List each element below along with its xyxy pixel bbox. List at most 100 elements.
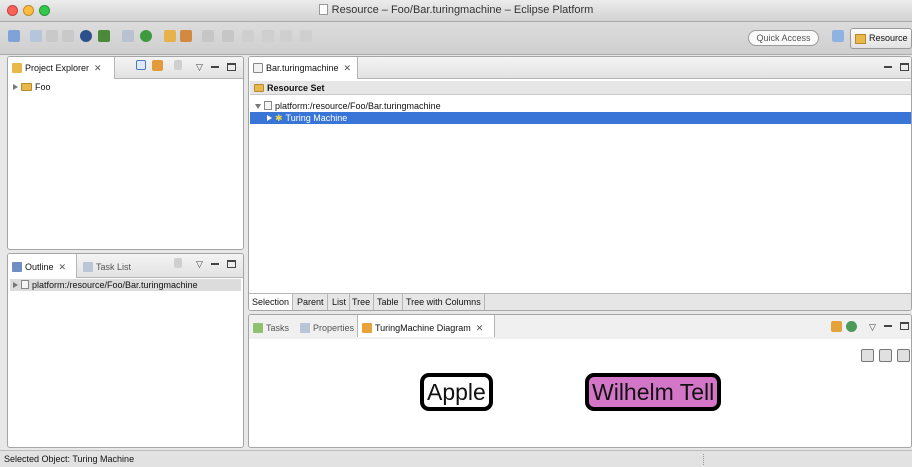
- collapse-all-icon[interactable]: [136, 60, 146, 70]
- outline-item-label: platform:/resource/Foo/Bar.turingmachine: [32, 280, 198, 290]
- minimize-icon[interactable]: [211, 66, 219, 68]
- editor-page-tabs: Selection Parent List Tree Table Tree wi…: [249, 293, 911, 310]
- resource-set-icon: [254, 84, 264, 92]
- quick-access-field[interactable]: Quick Access: [748, 30, 819, 46]
- open-perspective-icon[interactable]: [832, 30, 844, 42]
- tab-tree[interactable]: Tree: [349, 294, 375, 310]
- expand-icon[interactable]: [13, 282, 18, 288]
- lower-tabbar: Tasks Properties TuringMachine Diagram ✕ …: [249, 315, 911, 339]
- project-foo-label: Foo: [35, 82, 51, 92]
- perspective-label: Resource: [869, 33, 908, 43]
- next-annotation-icon[interactable]: [202, 30, 214, 42]
- tab-parent[interactable]: Parent: [294, 294, 328, 310]
- maximize-icon[interactable]: [900, 63, 909, 71]
- tab-project-explorer[interactable]: Project Explorer ✕: [8, 57, 115, 79]
- link-with-editor-icon[interactable]: [152, 60, 163, 71]
- debug-icon[interactable]: [98, 30, 110, 42]
- title-bar: Resource – Foo/Bar.turingmachine – Eclip…: [0, 0, 912, 22]
- task-list-icon: [83, 262, 93, 272]
- node-label: Wilhelm Tell: [592, 379, 715, 405]
- list-item[interactable]: Foo: [13, 82, 51, 92]
- print-icon[interactable]: [62, 30, 74, 42]
- expand-icon[interactable]: [267, 115, 272, 121]
- file-icon: [253, 63, 263, 73]
- diagram-icon: [362, 323, 372, 333]
- actual-size-icon[interactable]: [897, 349, 910, 362]
- view-menu-icon[interactable]: ▽: [869, 322, 876, 332]
- previous-annotation-icon[interactable]: [222, 30, 234, 42]
- open-type-icon[interactable]: [122, 30, 134, 42]
- forward-dropdown-icon[interactable]: [300, 30, 312, 42]
- layout-icon[interactable]: [879, 349, 892, 362]
- tree-row[interactable]: platform:/resource/Foo/Bar.turingmachine: [255, 100, 441, 112]
- status-divider: [703, 454, 704, 465]
- filter-icon[interactable]: [174, 60, 182, 70]
- tab-label: Project Explorer: [25, 63, 90, 73]
- view-menu-icon[interactable]: ▽: [196, 62, 203, 72]
- tasks-icon: [253, 323, 263, 333]
- tree-row-selected[interactable]: ✱ Turing Machine: [250, 112, 911, 124]
- tab-label: Task List: [96, 262, 132, 272]
- tab-tasks[interactable]: Tasks: [249, 315, 289, 337]
- minimize-icon[interactable]: [884, 66, 892, 68]
- properties-icon: [300, 323, 310, 333]
- maximize-icon[interactable]: [227, 63, 236, 71]
- file-icon: [21, 280, 29, 289]
- close-icon[interactable]: ✕: [59, 262, 67, 272]
- minimize-icon[interactable]: [884, 325, 892, 327]
- minimize-icon[interactable]: [211, 263, 219, 265]
- tab-task-list[interactable]: Task List: [79, 254, 131, 276]
- new-icon[interactable]: [8, 30, 20, 42]
- editor-tabbar: Bar.turingmachine ✕: [249, 57, 911, 79]
- project-explorer-icon: [12, 63, 22, 73]
- window-title: Resource – Foo/Bar.turingmachine – Eclip…: [331, 4, 594, 16]
- outline-view: Outline ✕ Task List ▽ platform:/resource/…: [7, 253, 244, 448]
- editor-area: Bar.turingmachine ✕ Resource Set platform…: [248, 56, 912, 311]
- maximize-icon[interactable]: [227, 260, 236, 268]
- back-icon[interactable]: [242, 30, 254, 42]
- resource-perspective-button[interactable]: Resource: [850, 28, 912, 49]
- turing-machine-label: Turing Machine: [285, 113, 348, 123]
- edit-icon[interactable]: [180, 30, 192, 42]
- tab-label: Tasks: [266, 323, 290, 333]
- file-icon: [264, 101, 272, 110]
- export-icon[interactable]: [846, 321, 857, 332]
- filter-icon[interactable]: [174, 258, 182, 268]
- back-dropdown-icon[interactable]: [262, 30, 274, 42]
- close-icon[interactable]: ✕: [344, 63, 352, 73]
- tab-turingmachine-diagram[interactable]: TuringMachine Diagram ✕: [357, 315, 495, 337]
- state-node-wilhelm-tell[interactable]: Wilhelm Tell: [585, 373, 722, 411]
- tab-label: TuringMachine Diagram: [375, 323, 471, 333]
- tab-tree-with-columns[interactable]: Tree with Columns: [403, 294, 485, 310]
- tab-selection[interactable]: Selection: [249, 294, 294, 310]
- state-node-apple[interactable]: Apple: [420, 373, 493, 411]
- tab-outline[interactable]: Outline ✕: [8, 254, 77, 278]
- tab-bar-turingmachine[interactable]: Bar.turingmachine ✕: [249, 57, 358, 79]
- run-icon[interactable]: [140, 30, 152, 42]
- close-icon[interactable]: ✕: [94, 63, 102, 73]
- collapse-icon[interactable]: [255, 104, 261, 109]
- save-all-icon[interactable]: [46, 30, 58, 42]
- save-icon[interactable]: [30, 30, 42, 42]
- refresh-icon[interactable]: [831, 321, 842, 332]
- node-label: Apple: [427, 379, 486, 405]
- main-toolbar: Quick Access Resource: [0, 22, 912, 55]
- outline-icon: [12, 262, 22, 272]
- tab-label: Properties: [313, 323, 355, 333]
- zoom-fit-icon[interactable]: [861, 349, 874, 362]
- list-item[interactable]: platform:/resource/Foo/Bar.turingmachine: [10, 279, 241, 291]
- tab-properties[interactable]: Properties: [296, 315, 354, 337]
- tab-table[interactable]: Table: [374, 294, 403, 310]
- close-icon[interactable]: ✕: [476, 323, 484, 333]
- view-menu-icon[interactable]: ▽: [196, 259, 203, 269]
- tab-list[interactable]: List: [329, 294, 351, 310]
- resource-set-header[interactable]: Resource Set: [250, 81, 911, 95]
- expand-icon[interactable]: [13, 84, 18, 90]
- forward-icon[interactable]: [280, 30, 292, 42]
- open-folder-icon[interactable]: [164, 30, 176, 42]
- tab-label: Bar.turingmachine: [266, 63, 339, 73]
- resource-perspective-icon: [855, 34, 866, 44]
- maximize-icon[interactable]: [900, 322, 909, 330]
- document-icon: [318, 4, 328, 15]
- settings-icon[interactable]: [80, 30, 92, 42]
